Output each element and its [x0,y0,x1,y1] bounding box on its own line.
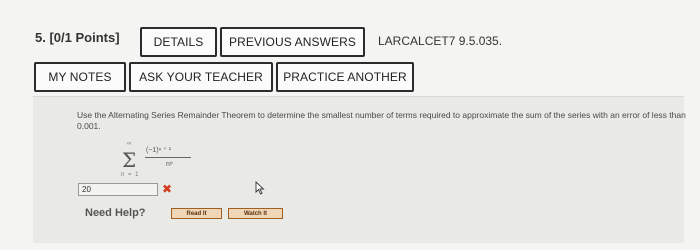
sum-lower-limit: n = 1 [121,172,140,178]
mouse-pointer-icon [255,181,265,195]
sum-upper-limit: ∞ [127,141,132,147]
previous-answers-button[interactable]: PREVIOUS ANSWERS [220,27,365,57]
series-denominator: n⁸ [166,161,173,168]
series-numerator: (−1)ⁿ ⁺ ¹ [146,147,172,154]
incorrect-x-icon: ✖ [162,182,173,196]
ask-teacher-button[interactable]: ASK YOUR TEACHER [129,62,273,92]
sigma-symbol: Σ [122,148,137,172]
question-code: LARCALCET7 9.5.035. [378,34,503,48]
my-notes-button[interactable]: MY NOTES [34,62,126,92]
fraction-bar [145,157,191,158]
practice-another-button[interactable]: PRACTICE ANOTHER [276,62,414,92]
need-help-label: Need Help? [85,207,146,219]
series-expression: ∞ Σ n = 1 (−1)ⁿ ⁺ ¹ n⁸ [115,141,205,183]
read-it-button[interactable]: Read It [171,208,222,219]
question-points-label: 5. [0/1 Points] [35,30,120,45]
answer-input[interactable]: 20 [78,183,158,196]
question-text: Use the Alternating Series Remainder The… [77,110,686,131]
details-button[interactable]: DETAILS [140,27,217,57]
watch-it-button[interactable]: Watch It [228,208,283,219]
